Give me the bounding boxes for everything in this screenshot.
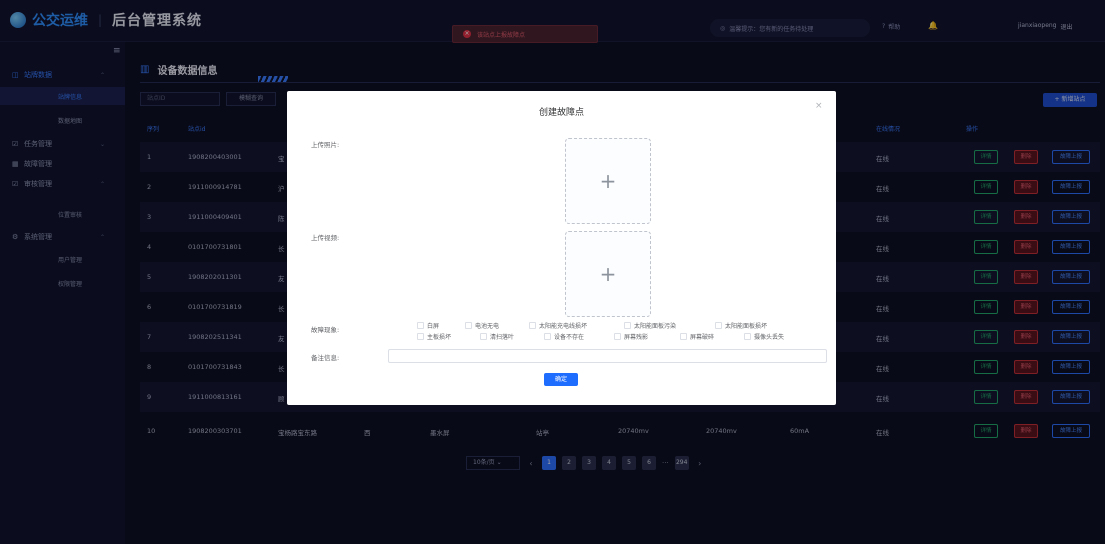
symptom-checkbox[interactable]: 清扫落叶 <box>480 332 514 341</box>
symptom-checkbox[interactable]: 电池无电 <box>465 321 499 330</box>
photo-upload[interactable]: + <box>565 138 651 224</box>
checkbox-icon <box>624 322 631 329</box>
close-icon[interactable]: × <box>815 101 823 111</box>
photo-label: 上传照片: <box>311 141 340 149</box>
create-fault-dialog: 创建故障点 × 上传照片: + 上传视频: + 故障现象: 白屏 电池无电 太阳能充… <box>287 91 836 405</box>
symptom-label-text: 主板损坏 <box>427 334 452 341</box>
checkbox-icon <box>480 333 487 340</box>
symptom-label-text: 太阳能面板损坏 <box>725 323 768 330</box>
symptom-checkbox[interactable]: 太阳能充电线损坏 <box>529 321 587 330</box>
symptom-label-text: 设备不存在 <box>554 334 585 341</box>
symptom-checkbox[interactable]: 太阳能面板污染 <box>624 321 676 330</box>
remark-input[interactable] <box>388 349 827 363</box>
checkbox-icon <box>417 322 424 329</box>
symptom-checkbox[interactable]: 屏幕残影 <box>614 332 648 341</box>
symptom-label-text: 太阳能充电线损坏 <box>539 323 588 330</box>
symptom-label-text: 摄像头丢失 <box>754 334 785 341</box>
remark-label: 备注信息: <box>311 354 340 362</box>
symptom-checkbox[interactable]: 设备不存在 <box>544 332 584 341</box>
symptom-label-text: 电池无电 <box>475 323 500 330</box>
symptom-label-text: 清扫落叶 <box>490 334 515 341</box>
symptom-checkbox[interactable]: 摄像头丢失 <box>744 332 784 341</box>
symptom-label: 故障现象: <box>311 326 340 334</box>
dialog-title: 创建故障点 <box>538 108 584 118</box>
symptom-label-text: 太阳能面板污染 <box>634 323 677 330</box>
video-label: 上传视频: <box>311 234 340 242</box>
checkbox-icon <box>744 333 751 340</box>
symptom-label-text: 屏幕破碎 <box>690 334 715 341</box>
checkbox-icon <box>680 333 687 340</box>
checkbox-icon <box>529 322 536 329</box>
symptom-label-text: 白屏 <box>427 323 440 330</box>
symptom-checkbox[interactable]: 白屏 <box>417 321 439 330</box>
symptom-label-text: 屏幕残影 <box>624 334 649 341</box>
checkbox-icon <box>614 333 621 340</box>
checkbox-icon <box>544 333 551 340</box>
symptom-checkbox[interactable]: 主板损坏 <box>417 332 451 341</box>
checkbox-icon <box>417 333 424 340</box>
video-upload[interactable]: + <box>565 231 651 317</box>
checkbox-icon <box>465 322 472 329</box>
checkbox-icon <box>715 322 722 329</box>
confirm-button[interactable]: 确定 <box>544 373 578 386</box>
symptom-checkbox[interactable]: 太阳能面板损坏 <box>715 321 767 330</box>
symptom-checkbox[interactable]: 屏幕破碎 <box>680 332 714 341</box>
